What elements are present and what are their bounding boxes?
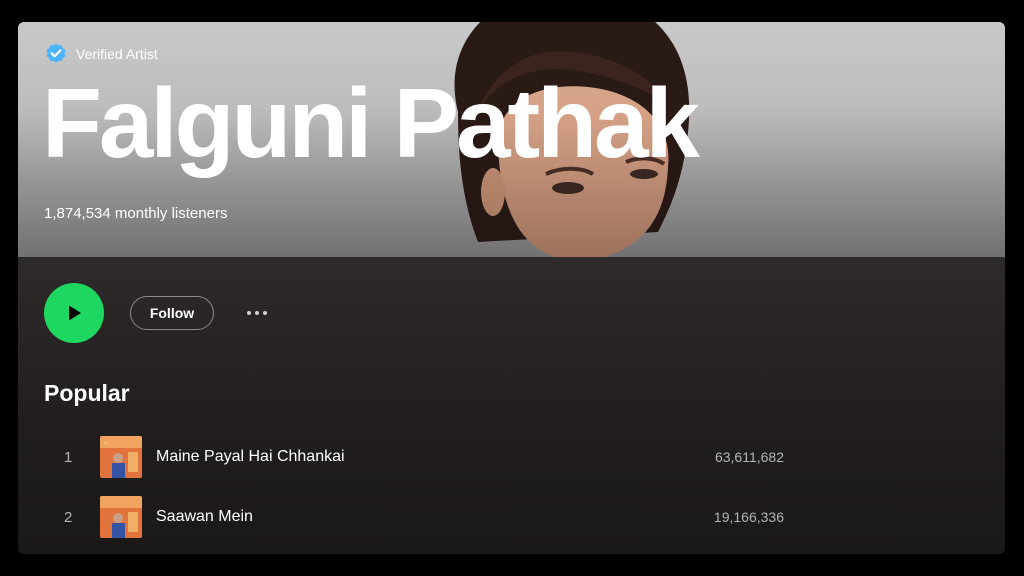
track-album-art: ~ [100, 436, 142, 478]
popular-section-title: Popular [44, 380, 130, 406]
monthly-listeners: 1,874,534 monthly listeners [44, 205, 228, 222]
svg-text:~: ~ [104, 441, 108, 447]
play-button[interactable] [44, 283, 104, 343]
track-title: Maine Payal Hai Chhankai [156, 448, 345, 465]
more-options-button[interactable] [240, 301, 274, 325]
track-album-art [100, 496, 142, 538]
track-play-count: 19,166,336 [713, 509, 784, 525]
track-number: 1 [64, 448, 73, 466]
more-options-icon [263, 311, 267, 315]
track-number: 2 [64, 508, 73, 526]
more-options-icon [247, 311, 251, 315]
popular-track-list: 1 ~ Maine Payal Hai Chhankai 63,611,682 … [44, 427, 784, 547]
track-title: Saawan Mein [156, 508, 253, 525]
play-icon [69, 305, 81, 321]
artist-header-banner: Verified Artist Falguni Pathak 1,874,534… [18, 22, 1005, 257]
verified-artist-text: Verified Artist [76, 46, 158, 62]
track-row[interactable]: 2 Saawan Mein 19,166,336 [44, 487, 784, 547]
verified-artist-label: Verified Artist [44, 42, 158, 66]
artist-page: Verified Artist Falguni Pathak 1,874,534… [18, 22, 1005, 554]
verified-badge-icon [46, 43, 66, 63]
track-row[interactable]: 1 ~ Maine Payal Hai Chhankai 63,611,682 [44, 427, 784, 487]
track-play-count: 63,611,682 [714, 449, 784, 465]
artist-content: Follow Popular 1 ~ Maine Payal Hai Chhan… [18, 257, 1005, 554]
more-options-icon [255, 311, 259, 315]
follow-button[interactable]: Follow [130, 296, 214, 330]
artist-name: Falguni Pathak [42, 68, 700, 178]
